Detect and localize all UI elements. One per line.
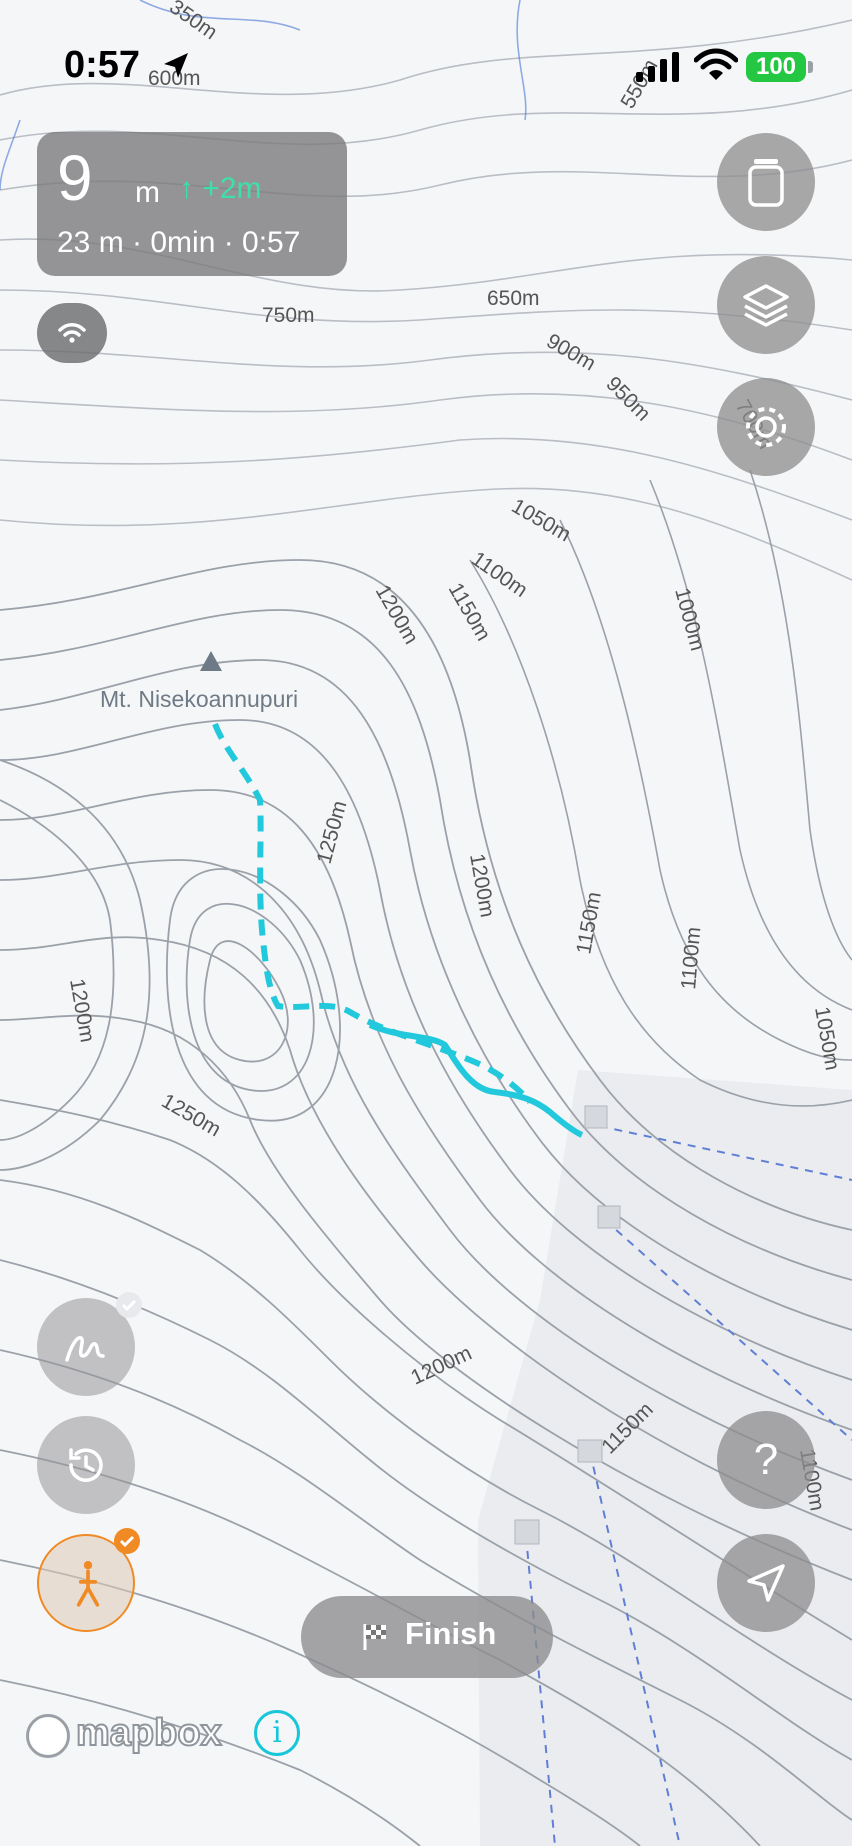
battery-cap [808, 61, 813, 73]
altitude-value: 9 [57, 142, 93, 214]
history-button[interactable] [37, 1416, 135, 1514]
clock: 0:57 [64, 44, 141, 86]
bottle-button[interactable] [717, 133, 815, 231]
layers-button[interactable] [717, 256, 815, 354]
altitude-unit: m [135, 176, 160, 209]
layers-icon [743, 284, 789, 327]
mapbox-logo-icon [26, 1714, 70, 1758]
help-button[interactable]: ? [717, 1411, 815, 1509]
recenter-location-button[interactable] [717, 1534, 815, 1632]
help-icon: ? [753, 1435, 779, 1484]
finish-label: Finish [405, 1616, 497, 1651]
wifi-icon [694, 48, 738, 80]
contour-label: 750m [262, 304, 315, 327]
check-icon [116, 1292, 142, 1318]
check-icon [114, 1528, 140, 1554]
peak-label: Mt. Nisekoannupuri [100, 686, 298, 712]
mapbox-wordmark: mapbox [75, 1711, 223, 1755]
connection-status-button[interactable] [37, 303, 107, 363]
navigate-icon [747, 1564, 785, 1602]
bottle-icon [748, 159, 784, 207]
finish-button[interactable]: Finish [301, 1596, 553, 1678]
gear-icon [746, 407, 786, 447]
history-icon [69, 1448, 103, 1482]
info-icon[interactable]: i [254, 1710, 300, 1756]
elevation-gain: ↑ +2m [179, 172, 262, 205]
settings-button[interactable] [717, 378, 815, 476]
signal-icon [636, 52, 679, 82]
battery-icon: 100 [746, 52, 806, 82]
track-summary: 23 m · 0min · 0:57 [57, 226, 301, 259]
contour-label: 650m [487, 287, 540, 310]
status-bar: 0:57 100 [0, 0, 852, 130]
wifi-icon [58, 323, 86, 343]
flag-icon [363, 1624, 386, 1650]
tracking-stats-panel[interactable]: 9 m ↑ +2m 23 m · 0min · 0:57 [37, 132, 347, 276]
location-arrow-icon [164, 53, 188, 78]
